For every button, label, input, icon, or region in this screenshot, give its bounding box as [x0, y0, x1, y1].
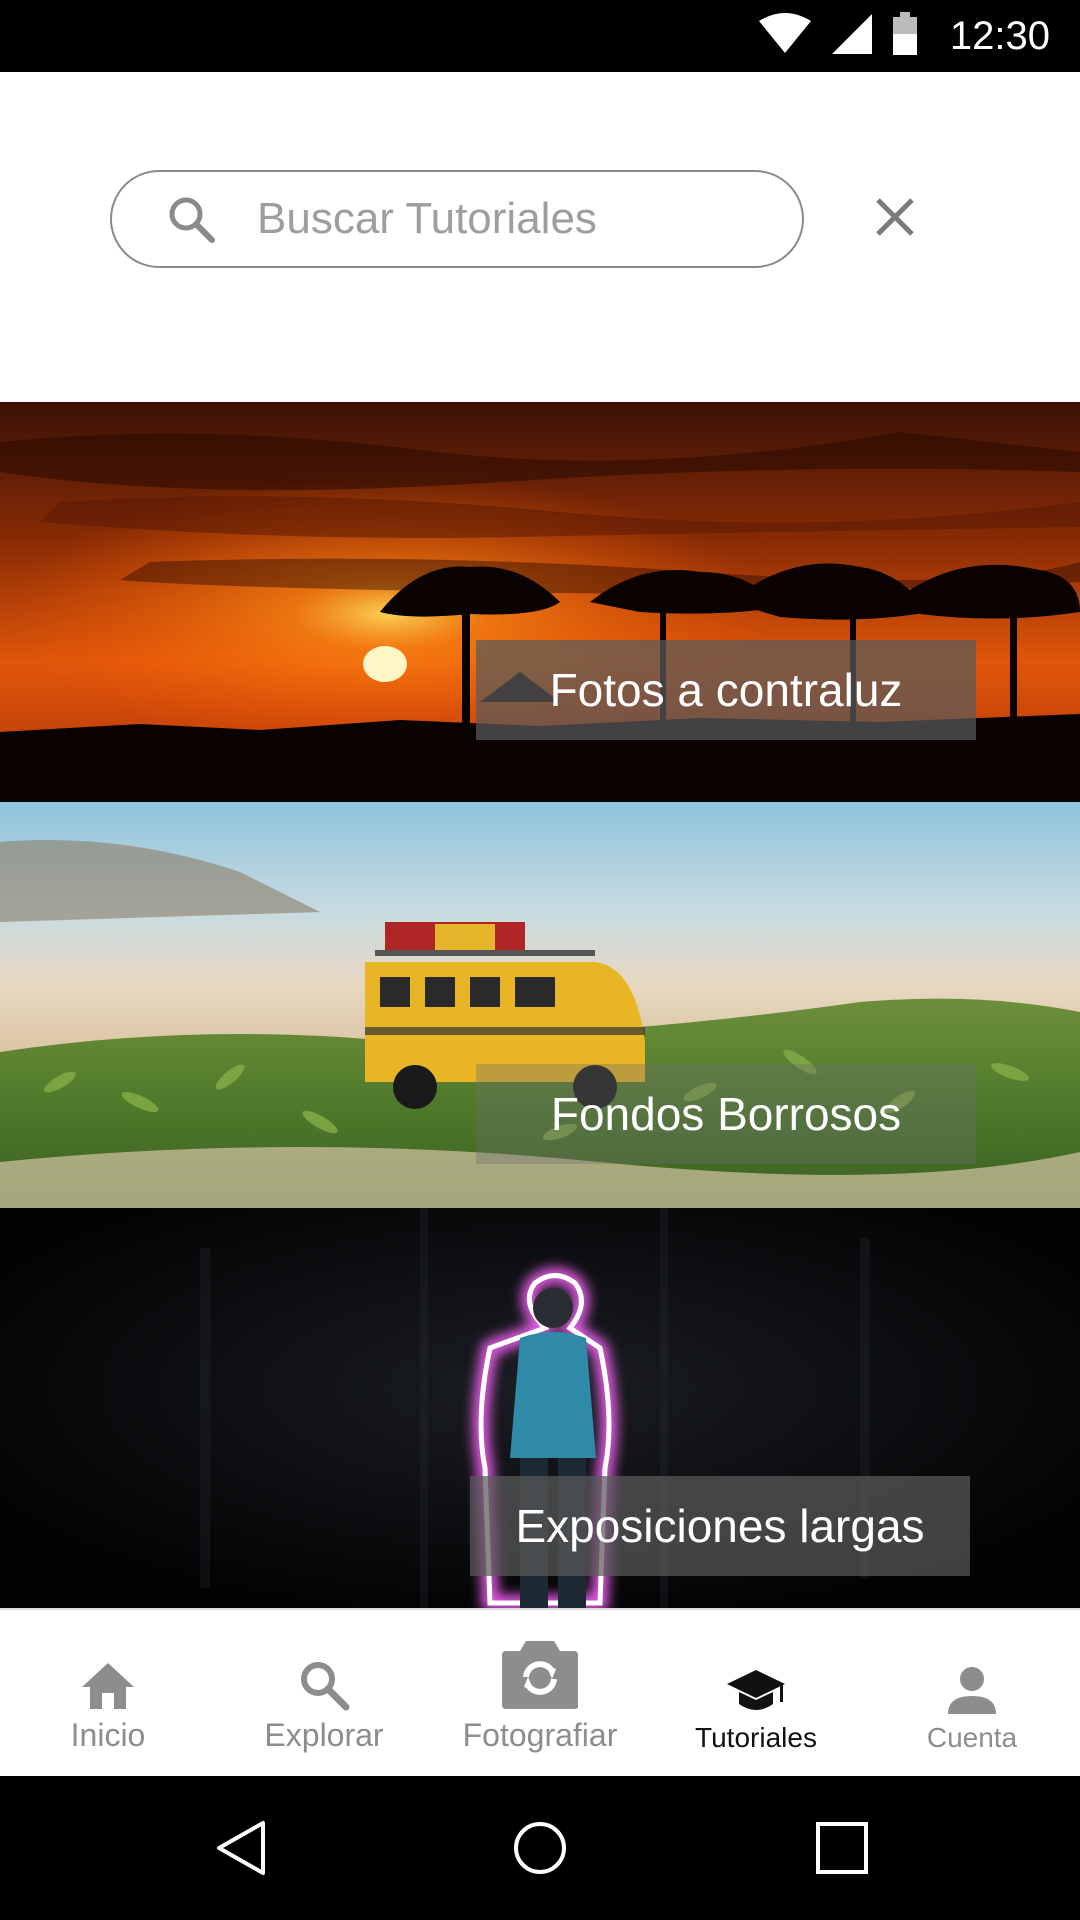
- system-recents-button[interactable]: [810, 1816, 874, 1880]
- home-circle-icon: [514, 1822, 566, 1874]
- status-icons: 12:30: [758, 0, 1050, 72]
- nav-item-fotografiar[interactable]: Fotografiar: [432, 1610, 648, 1776]
- screen: 12:30 Buscar Tutoriales Fotos a contralu…: [0, 0, 1080, 1920]
- wifi-icon: [758, 12, 812, 60]
- nav-label: Tutoriales: [695, 1722, 817, 1753]
- nav-label: Inicio: [70, 1717, 146, 1753]
- sunset-savanna-photo: [0, 402, 1080, 802]
- close-icon: [876, 198, 914, 236]
- bottom-nav: Inicio Explorar Fotografiar Tutoriales C…: [0, 1608, 1080, 1776]
- clear-search-button[interactable]: [870, 192, 920, 242]
- back-icon: [217, 1821, 265, 1875]
- nav-label: Explorar: [264, 1717, 384, 1753]
- search-box[interactable]: [110, 170, 804, 268]
- status-bar: 12:30: [0, 0, 1080, 72]
- recents-icon: [816, 1822, 868, 1874]
- tutorial-card-backlight[interactable]: Fotos a contraluz: [0, 402, 1080, 802]
- tutorial-card-long-exposure[interactable]: Exposiciones largas: [0, 1208, 1080, 1608]
- tutorial-card-blur[interactable]: Fondos Borrosos: [0, 802, 1080, 1208]
- search-input[interactable]: [255, 193, 779, 245]
- camera-switch-icon: [502, 1641, 578, 1709]
- nav-label: Fotografiar: [462, 1717, 618, 1753]
- nav-label: Cuenta: [926, 1722, 1018, 1753]
- nav-item-explorar[interactable]: Explorar: [216, 1610, 432, 1776]
- tutorial-title: Fotos a contraluz: [476, 640, 976, 740]
- nav-item-inicio[interactable]: Inicio: [0, 1610, 216, 1776]
- battery-icon: [892, 11, 918, 61]
- tutorial-title: Exposiciones largas: [470, 1476, 970, 1576]
- nav-item-cuenta[interactable]: Cuenta: [864, 1610, 1080, 1776]
- system-back-button[interactable]: [208, 1816, 272, 1880]
- search-icon: [169, 197, 215, 243]
- home-icon: [82, 1663, 134, 1709]
- system-nav-bar: [0, 1776, 1080, 1920]
- search-icon: [301, 1662, 350, 1711]
- person-icon: [948, 1667, 996, 1714]
- cellular-signal-icon: [830, 12, 874, 61]
- status-time: 12:30: [949, 13, 1050, 58]
- tutorial-title: Fondos Borrosos: [476, 1064, 976, 1164]
- system-home-button[interactable]: [508, 1816, 572, 1880]
- search-area: [0, 72, 1080, 402]
- nav-item-tutoriales[interactable]: Tutoriales: [648, 1610, 864, 1776]
- graduation-cap-icon: [727, 1670, 785, 1710]
